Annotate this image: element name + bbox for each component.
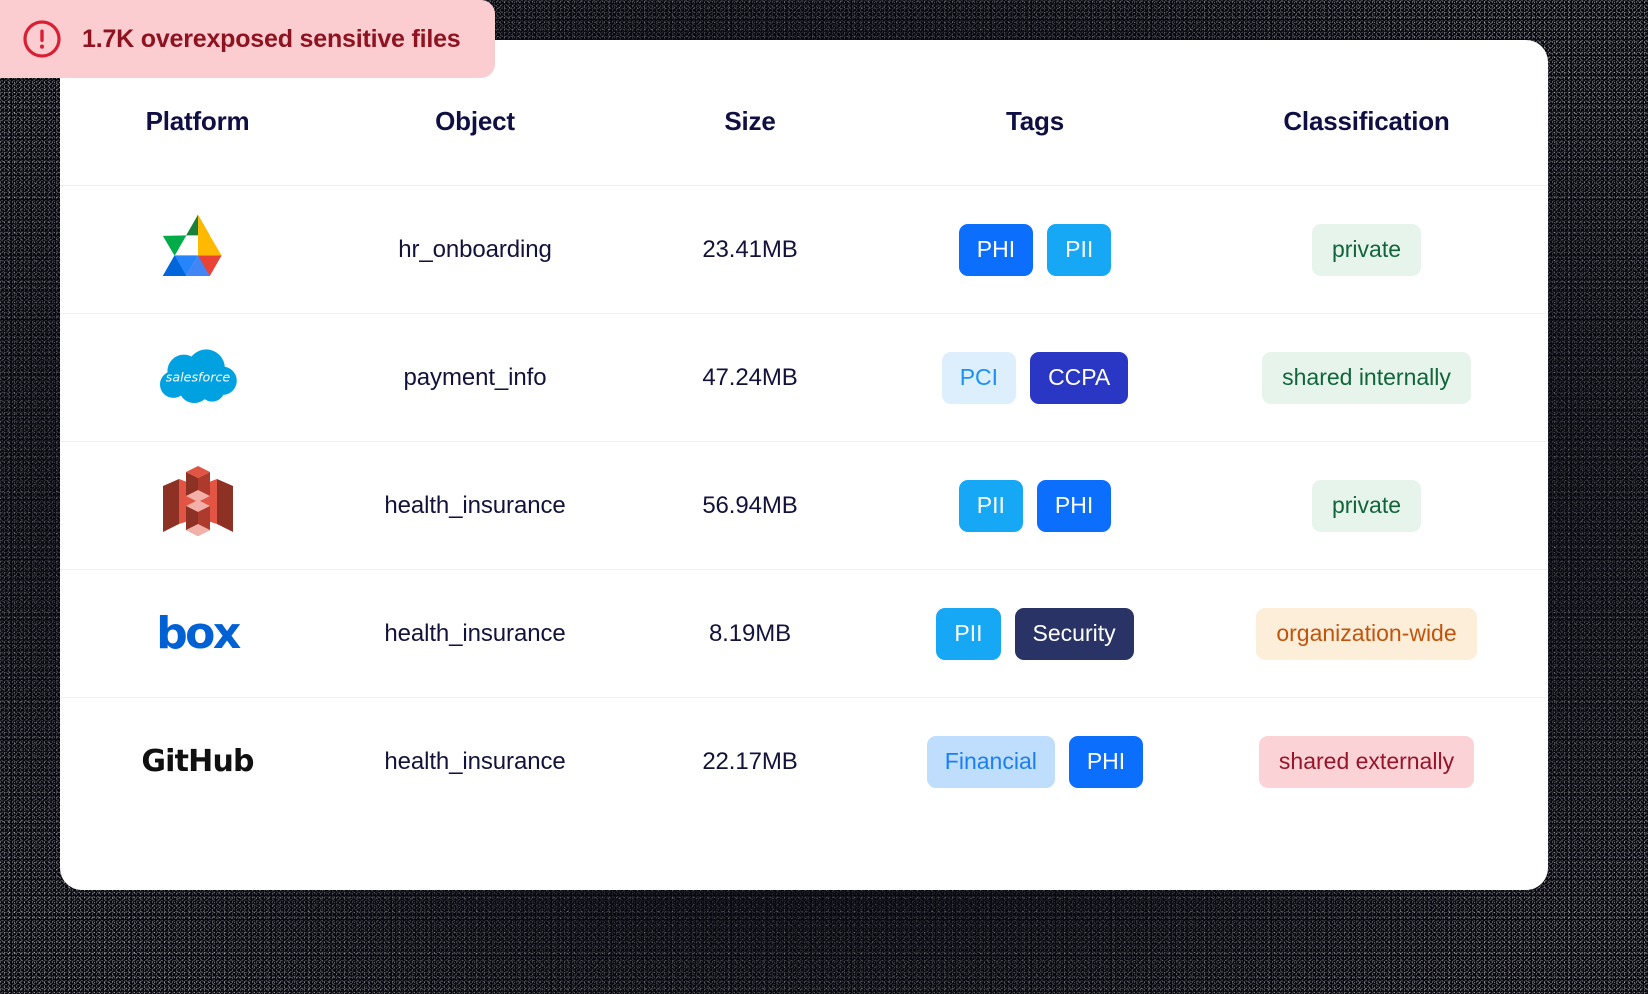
salesforce-icon: salesforce bbox=[155, 341, 241, 413]
table-body: hr_onboarding 23.41MB PHI PII private salesfo… bbox=[60, 186, 1548, 826]
tag-list: PII PHI bbox=[885, 479, 1185, 532]
cell-platform bbox=[60, 186, 335, 314]
tag-badge[interactable]: PCI bbox=[941, 351, 1017, 404]
cell-object: health_insurance bbox=[384, 491, 566, 519]
column-header-classification[interactable]: Classification bbox=[1185, 106, 1548, 186]
tag-list: PCI CCPA bbox=[885, 351, 1185, 404]
cell-tags: PII PHI bbox=[885, 442, 1185, 570]
overexposed-alert-badge[interactable]: 1.7K overexposed sensitive files bbox=[0, 0, 495, 78]
tag-badge[interactable]: PII bbox=[936, 607, 1001, 660]
alert-badge-text: 1.7K overexposed sensitive files bbox=[82, 24, 461, 53]
box-wordmark: box bbox=[156, 607, 241, 659]
cell-platform: GitHub bbox=[60, 698, 335, 826]
classification-badge[interactable]: shared externally bbox=[1258, 735, 1475, 788]
table-row[interactable]: health_insurance 56.94MB PII PHI private bbox=[60, 442, 1548, 570]
tag-badge[interactable]: Financial bbox=[926, 735, 1055, 788]
cell-tags: PCI CCPA bbox=[885, 314, 1185, 442]
column-header-tags[interactable]: Tags bbox=[885, 106, 1185, 186]
cell-object: health_insurance bbox=[384, 747, 566, 775]
cell-platform: box bbox=[60, 570, 335, 698]
table-row[interactable]: salesforce payment_info 47.24MB PCI CCPA shar… bbox=[60, 314, 1548, 442]
cell-size: 22.17MB bbox=[702, 747, 798, 775]
tag-list: PII Security bbox=[885, 607, 1185, 660]
cell-platform: salesforce bbox=[60, 314, 335, 442]
column-header-size[interactable]: Size bbox=[615, 106, 885, 186]
cell-size: 47.24MB bbox=[702, 363, 798, 391]
classification-badge[interactable]: private bbox=[1311, 223, 1422, 276]
cell-classification: private bbox=[1185, 186, 1548, 314]
cell-size: 8.19MB bbox=[708, 619, 792, 647]
overexposed-files-table: Platform Object Size Tags Classification… bbox=[60, 106, 1548, 826]
alert-circle-icon bbox=[23, 20, 61, 58]
files-card: Platform Object Size Tags Classification… bbox=[60, 40, 1548, 890]
column-header-platform[interactable]: Platform bbox=[60, 106, 335, 186]
github-icon: GitHub bbox=[141, 726, 254, 798]
table-header-row: Platform Object Size Tags Classification bbox=[60, 106, 1548, 186]
classification-badge[interactable]: private bbox=[1311, 479, 1422, 532]
cell-classification: organization-wide bbox=[1185, 570, 1548, 698]
table-header: Platform Object Size Tags Classification bbox=[60, 106, 1548, 186]
tag-badge[interactable]: PHI bbox=[958, 223, 1034, 276]
cell-size: 23.41MB bbox=[702, 235, 798, 263]
tag-badge[interactable]: PHI bbox=[1068, 735, 1144, 788]
column-header-object[interactable]: Object bbox=[335, 106, 615, 186]
github-wordmark: GitHub bbox=[141, 744, 254, 780]
table-row[interactable]: GitHub health_insurance 22.17MB Financial PH… bbox=[60, 698, 1548, 826]
tag-list: Financial PHI bbox=[885, 735, 1185, 788]
aws-s3-icon bbox=[155, 465, 241, 537]
tag-badge[interactable]: PHI bbox=[1036, 479, 1112, 532]
box-icon: box bbox=[155, 598, 241, 670]
cell-tags: Financial PHI bbox=[885, 698, 1185, 826]
cell-classification: shared externally bbox=[1185, 698, 1548, 826]
svg-text:salesforce: salesforce bbox=[165, 369, 230, 384]
tag-badge[interactable]: PII bbox=[958, 479, 1023, 532]
cell-tags: PII Security bbox=[885, 570, 1185, 698]
cell-object: hr_onboarding bbox=[398, 235, 552, 263]
google-drive-icon bbox=[155, 211, 241, 283]
classification-badge[interactable]: organization-wide bbox=[1256, 607, 1477, 660]
cell-object: health_insurance bbox=[384, 619, 566, 647]
cell-tags: PHI PII bbox=[885, 186, 1185, 314]
table-row[interactable]: hr_onboarding 23.41MB PHI PII private bbox=[60, 186, 1548, 314]
cell-object: payment_info bbox=[403, 363, 547, 391]
cell-platform bbox=[60, 442, 335, 570]
tag-badge[interactable]: CCPA bbox=[1030, 351, 1129, 404]
classification-badge[interactable]: shared internally bbox=[1262, 351, 1471, 404]
tag-badge[interactable]: Security bbox=[1014, 607, 1134, 660]
cell-size: 56.94MB bbox=[702, 491, 798, 519]
cell-classification: shared internally bbox=[1185, 314, 1548, 442]
tag-list: PHI PII bbox=[885, 223, 1185, 276]
cell-classification: private bbox=[1185, 442, 1548, 570]
table-row[interactable]: box health_insurance 8.19MB PII Security orga… bbox=[60, 570, 1548, 698]
tag-badge[interactable]: PII bbox=[1047, 223, 1112, 276]
